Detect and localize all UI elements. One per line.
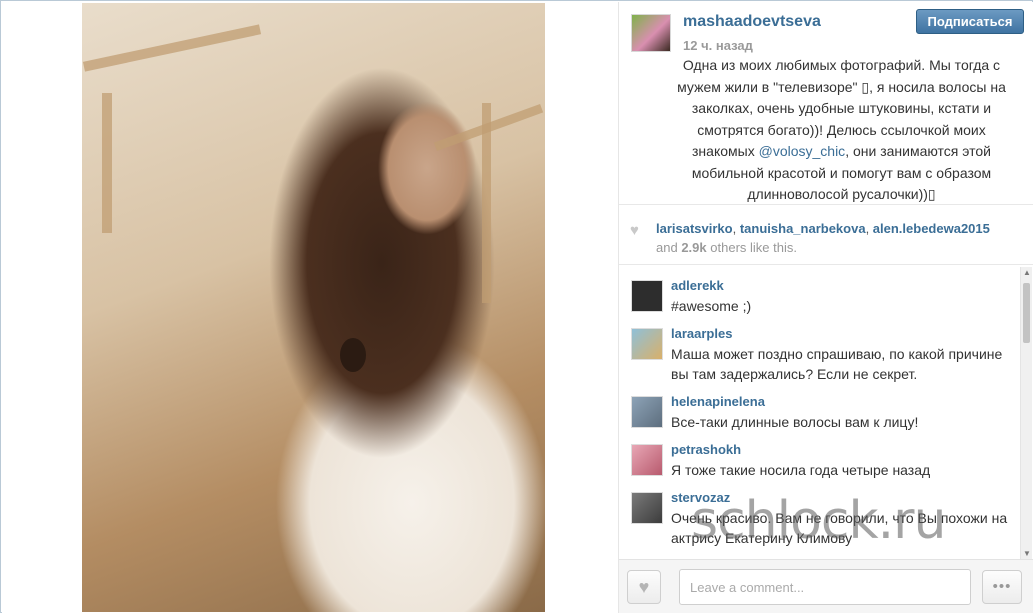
commenter-username[interactable]: adlerekk bbox=[671, 278, 724, 293]
scrollbar-thumb[interactable] bbox=[1023, 283, 1030, 343]
ellipsis-icon: ••• bbox=[992, 578, 1012, 595]
likes-rest-text: others like this. bbox=[710, 240, 797, 255]
commenter-username[interactable]: petrashokh bbox=[671, 442, 741, 457]
likes-users: larisatsvirko, tanuisha_narbekova, alen.… bbox=[656, 221, 990, 236]
likes-section: ♥ larisatsvirko, tanuisha_narbekova, ale… bbox=[619, 206, 1033, 265]
scroll-up-arrow-icon[interactable]: ▲ bbox=[1023, 268, 1031, 277]
comment-text: Очень красиво. Вам не говорили, что Вы п… bbox=[671, 510, 1008, 546]
post-timestamp: 12 ч. назад bbox=[683, 38, 753, 53]
commenter-avatar[interactable] bbox=[631, 444, 663, 476]
commenter-avatar[interactable] bbox=[631, 492, 663, 524]
comment-text: Маша может поздно спрашиваю, по какой пр… bbox=[671, 346, 1003, 382]
more-options-button[interactable]: ••• bbox=[982, 570, 1022, 604]
commenter-username[interactable]: helenapinelena bbox=[671, 394, 765, 409]
owner-username[interactable]: mashaadoevtseva bbox=[683, 13, 821, 31]
liker-link[interactable]: alen.lebedewa2015 bbox=[873, 221, 990, 236]
post-sidebar: mashaadoevtseva 12 ч. назад Подписаться … bbox=[618, 2, 1033, 613]
post-caption: Одна из моих любимых фотографий. Мы тогд… bbox=[669, 55, 1014, 206]
comment-text: Я тоже такие носила года четыре назад bbox=[671, 462, 931, 478]
comment-input[interactable] bbox=[679, 569, 971, 605]
heart-icon: ♥ bbox=[630, 222, 639, 239]
comment-text: #awesome ;) bbox=[671, 298, 752, 314]
post-photo bbox=[82, 3, 545, 612]
commenter-username[interactable]: stervozaz bbox=[671, 490, 730, 505]
caption-mention-link[interactable]: @volosy_chic bbox=[759, 143, 846, 159]
likes-count[interactable]: 2.9k bbox=[681, 240, 706, 255]
commenter-avatar[interactable] bbox=[631, 396, 663, 428]
comments-scrollbar[interactable]: ▲ ▼ bbox=[1020, 267, 1032, 559]
commenter-username[interactable]: laraarples bbox=[671, 326, 732, 341]
follow-button[interactable]: Подписаться bbox=[916, 9, 1024, 34]
comment-footer: ♥ ••• bbox=[619, 559, 1033, 613]
heart-icon: ♥ bbox=[638, 577, 650, 597]
photo-panel bbox=[2, 2, 618, 613]
like-button[interactable]: ♥ bbox=[627, 570, 661, 604]
liker-link[interactable]: tanuisha_narbekova bbox=[740, 221, 866, 236]
instagram-post-viewer: mashaadoevtseva 12 ч. назад Подписаться … bbox=[0, 0, 1033, 613]
owner-avatar[interactable] bbox=[631, 14, 671, 52]
commenter-avatar[interactable] bbox=[631, 280, 663, 312]
commenter-avatar[interactable] bbox=[631, 328, 663, 360]
comment-text: Все-таки длинные волосы вам к лицу! bbox=[671, 414, 919, 430]
scroll-down-arrow-icon[interactable]: ▼ bbox=[1023, 549, 1031, 558]
post-header: mashaadoevtseva 12 ч. назад Подписаться … bbox=[619, 2, 1033, 205]
likes-and: and bbox=[656, 240, 678, 255]
necklace-pendant bbox=[340, 338, 366, 372]
comments-list: adlerekk #awesome ;) laraarples Маша мож… bbox=[619, 266, 1033, 559]
liker-link[interactable]: larisatsvirko bbox=[656, 221, 733, 236]
likes-summary: and 2.9k others like this. bbox=[656, 240, 797, 255]
